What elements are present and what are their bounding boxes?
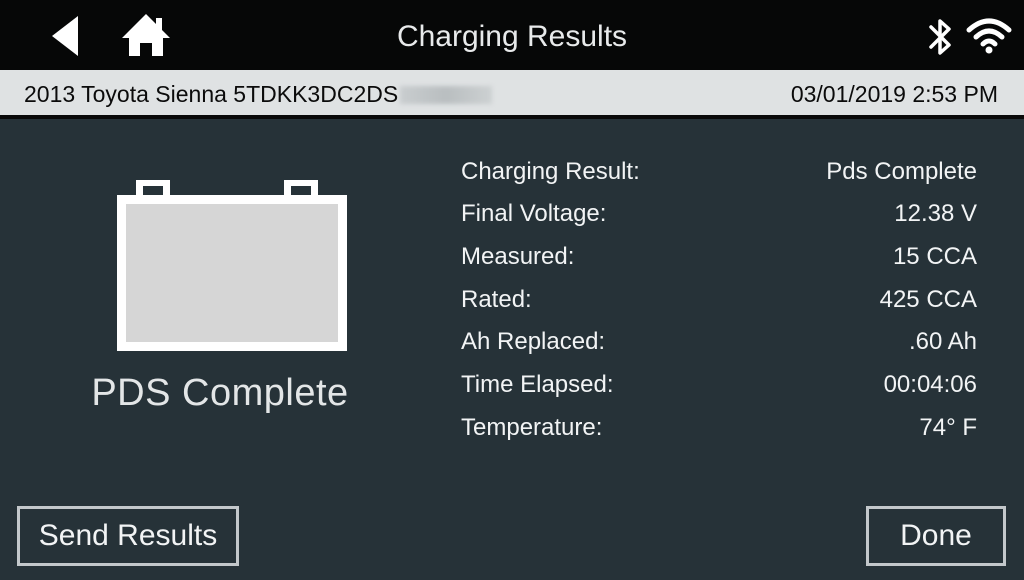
battery-status-label: PDS Complete (91, 372, 349, 414)
result-value: 00:04:06 (883, 371, 977, 398)
vehicle-info-bar: 2013 Toyota Sienna 5TDKK3DC2DS 03/01/201… (0, 70, 1024, 119)
result-value: Pds Complete (826, 158, 977, 185)
result-row-time-elapsed: Time Elapsed: 00:04:06 (461, 367, 977, 407)
result-row-ah-replaced: Ah Replaced: .60 Ah (461, 324, 977, 364)
vehicle-vin: 2013 Toyota Sienna 5TDKK3DC2DS (24, 81, 399, 107)
bluetooth-icon (926, 16, 956, 58)
result-label: Measured: (461, 243, 575, 270)
result-label: Temperature: (461, 414, 603, 441)
home-icon[interactable] (118, 10, 174, 62)
result-value: .60 Ah (908, 328, 977, 355)
vehicle-info: 2013 Toyota Sienna 5TDKK3DC2DS (24, 81, 493, 108)
result-label: Charging Result: (461, 158, 640, 185)
result-row-rated: Rated: 425 CCA (461, 282, 977, 322)
result-value: 15 CCA (892, 243, 977, 270)
result-row-measured: Measured: 15 CCA (461, 239, 977, 279)
top-bar: Charging Results (0, 0, 1024, 70)
wifi-icon (966, 16, 1012, 56)
result-value: 12.38 V (894, 200, 977, 227)
vin-redaction (400, 86, 493, 104)
result-row-final-voltage: Final Voltage: 12.38 V (461, 196, 977, 236)
result-value: 425 CCA (879, 286, 977, 313)
result-label: Final Voltage: (461, 200, 607, 227)
result-label: Ah Replaced: (461, 328, 606, 355)
result-row-charging-result: Charging Result: Pds Complete (461, 154, 977, 194)
result-label: Time Elapsed: (461, 371, 614, 398)
result-row-temperature: Temperature: 74° F (461, 410, 977, 450)
result-value: 74° F (919, 414, 977, 441)
battery-icon (114, 176, 350, 354)
back-arrow-icon[interactable] (40, 10, 96, 62)
done-button[interactable]: Done (866, 506, 1006, 566)
result-label: Rated: (461, 286, 532, 313)
date-time: 03/01/2019 2:53 PM (790, 81, 998, 107)
send-results-button[interactable]: Send Results (17, 506, 239, 566)
